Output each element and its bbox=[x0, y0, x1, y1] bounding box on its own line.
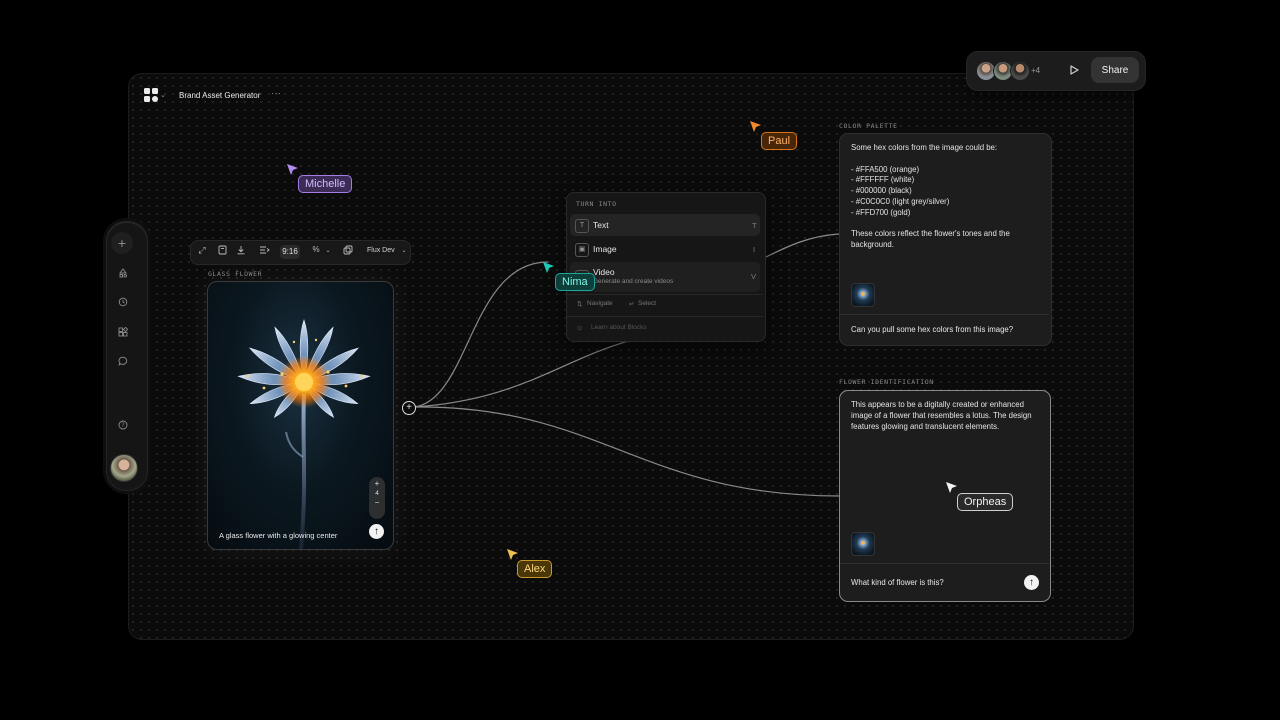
play-icon[interactable] bbox=[1068, 64, 1082, 78]
connector-palette-top bbox=[763, 233, 840, 259]
shortcut-key: I bbox=[753, 245, 756, 254]
connector-to-palette bbox=[413, 339, 633, 408]
image-thumbnail[interactable] bbox=[851, 532, 875, 556]
bookmark-icon[interactable] bbox=[216, 245, 228, 257]
cursor-arrow-icon bbox=[946, 482, 957, 493]
insert-icon[interactable] bbox=[258, 245, 270, 257]
navigate-hint: Navigate bbox=[587, 300, 613, 307]
app-logo-icon[interactable] bbox=[144, 88, 160, 104]
zoom-out-button[interactable]: − bbox=[369, 498, 385, 507]
user-avatar[interactable] bbox=[110, 454, 138, 482]
avatar[interactable] bbox=[1010, 61, 1030, 81]
chat-input[interactable]: What kind of flower is this? bbox=[851, 578, 944, 587]
cursor-label-alex: Alex bbox=[517, 560, 553, 578]
send-arrow-icon[interactable]: ↑ bbox=[369, 524, 384, 539]
history-icon[interactable] bbox=[117, 297, 129, 309]
shapes-icon[interactable] bbox=[117, 268, 129, 280]
text-icon: T bbox=[575, 219, 589, 233]
user-prompt: Can you pull some hex colors from this i… bbox=[851, 325, 1014, 334]
project-title[interactable]: Brand Asset Generator bbox=[179, 91, 260, 100]
cursor-label-michelle: Michelle bbox=[298, 175, 353, 193]
help-icon[interactable]: ? bbox=[117, 420, 129, 432]
chevron-down-icon[interactable]: ⌄ bbox=[398, 247, 410, 254]
menu-header: TURN INTO bbox=[576, 200, 617, 208]
zoom-control: + 4 − bbox=[369, 477, 385, 519]
menu-item-label: Text bbox=[593, 220, 609, 230]
shortcut-key: T bbox=[752, 221, 757, 230]
return-icon: ↵ bbox=[629, 301, 635, 308]
model-select[interactable]: Flux Dev bbox=[367, 247, 395, 254]
cursor-arrow-icon bbox=[750, 121, 761, 132]
divider bbox=[840, 563, 1049, 564]
image-card-label: GLASS FLOWER bbox=[208, 270, 263, 278]
flower-identification-label: FLOWER IDENTIFICATION bbox=[839, 378, 934, 386]
duplicate-icon[interactable] bbox=[342, 245, 354, 257]
aspect-ratio-select[interactable]: 9:16 bbox=[280, 245, 300, 259]
connector-to-flower-id bbox=[413, 406, 840, 497]
zoom-in-button[interactable]: + bbox=[369, 479, 385, 488]
select-hint: Select bbox=[638, 300, 657, 307]
learn-blocks-link[interactable]: Learn about Blocks bbox=[591, 324, 647, 331]
color-palette-label: COLOR PALETTE bbox=[839, 122, 898, 130]
cursor-arrow-icon bbox=[543, 262, 554, 273]
expand-icon[interactable]: ⤢ bbox=[196, 245, 208, 256]
cursor-label-paul: Paul bbox=[761, 132, 798, 150]
add-icon[interactable]: + bbox=[111, 232, 133, 254]
assistant-response: Some hex colors from the image could be:… bbox=[851, 143, 1010, 250]
connector-lines bbox=[413, 233, 840, 497]
image-icon: ▣ bbox=[575, 243, 589, 257]
extra-collaborators-count[interactable]: +4 bbox=[1031, 66, 1040, 75]
divider bbox=[567, 294, 763, 295]
navigate-arrows-icon: ⇅ bbox=[577, 301, 583, 308]
divider bbox=[840, 314, 1049, 315]
glass-flower-image bbox=[237, 319, 371, 549]
share-button[interactable]: Share bbox=[1091, 57, 1139, 83]
image-card[interactable] bbox=[207, 281, 394, 550]
help-circle-icon: ⊙ bbox=[577, 325, 583, 332]
cursor-label-orpheas: Orpheas bbox=[957, 493, 1014, 511]
menu-item-label: Image bbox=[593, 244, 617, 254]
send-arrow-icon[interactable]: ↑ bbox=[1024, 575, 1039, 590]
cursor-label-nima: Nima bbox=[555, 273, 595, 291]
download-icon[interactable] bbox=[235, 245, 247, 257]
cursor-arrow-icon bbox=[507, 549, 518, 560]
image-thumbnail[interactable] bbox=[851, 283, 875, 307]
shortcut-key: V bbox=[751, 272, 757, 281]
cursor-arrow-icon bbox=[287, 164, 298, 175]
divider bbox=[567, 316, 763, 317]
percent-select[interactable]: % bbox=[310, 245, 322, 254]
connector-to-menu bbox=[413, 261, 549, 408]
zoom-value: 4 bbox=[375, 490, 379, 497]
assistant-response: This appears to be a digitally created o… bbox=[851, 400, 1032, 431]
chevron-down-icon[interactable]: ⌄ bbox=[322, 247, 334, 254]
svg-text:?: ? bbox=[121, 422, 124, 429]
chevron-down-icon[interactable]: ⌄ bbox=[160, 91, 166, 99]
menu-item-subtitle: Generate and create videos bbox=[593, 278, 674, 285]
chat-icon[interactable] bbox=[117, 356, 129, 368]
add-connection-icon[interactable]: + bbox=[402, 401, 416, 415]
menu-item-label: Video bbox=[593, 267, 615, 277]
more-options-icon[interactable]: ··· bbox=[271, 88, 282, 98]
image-caption[interactable]: A glass flower with a glowing center bbox=[219, 531, 337, 540]
blocks-icon[interactable] bbox=[117, 326, 129, 339]
